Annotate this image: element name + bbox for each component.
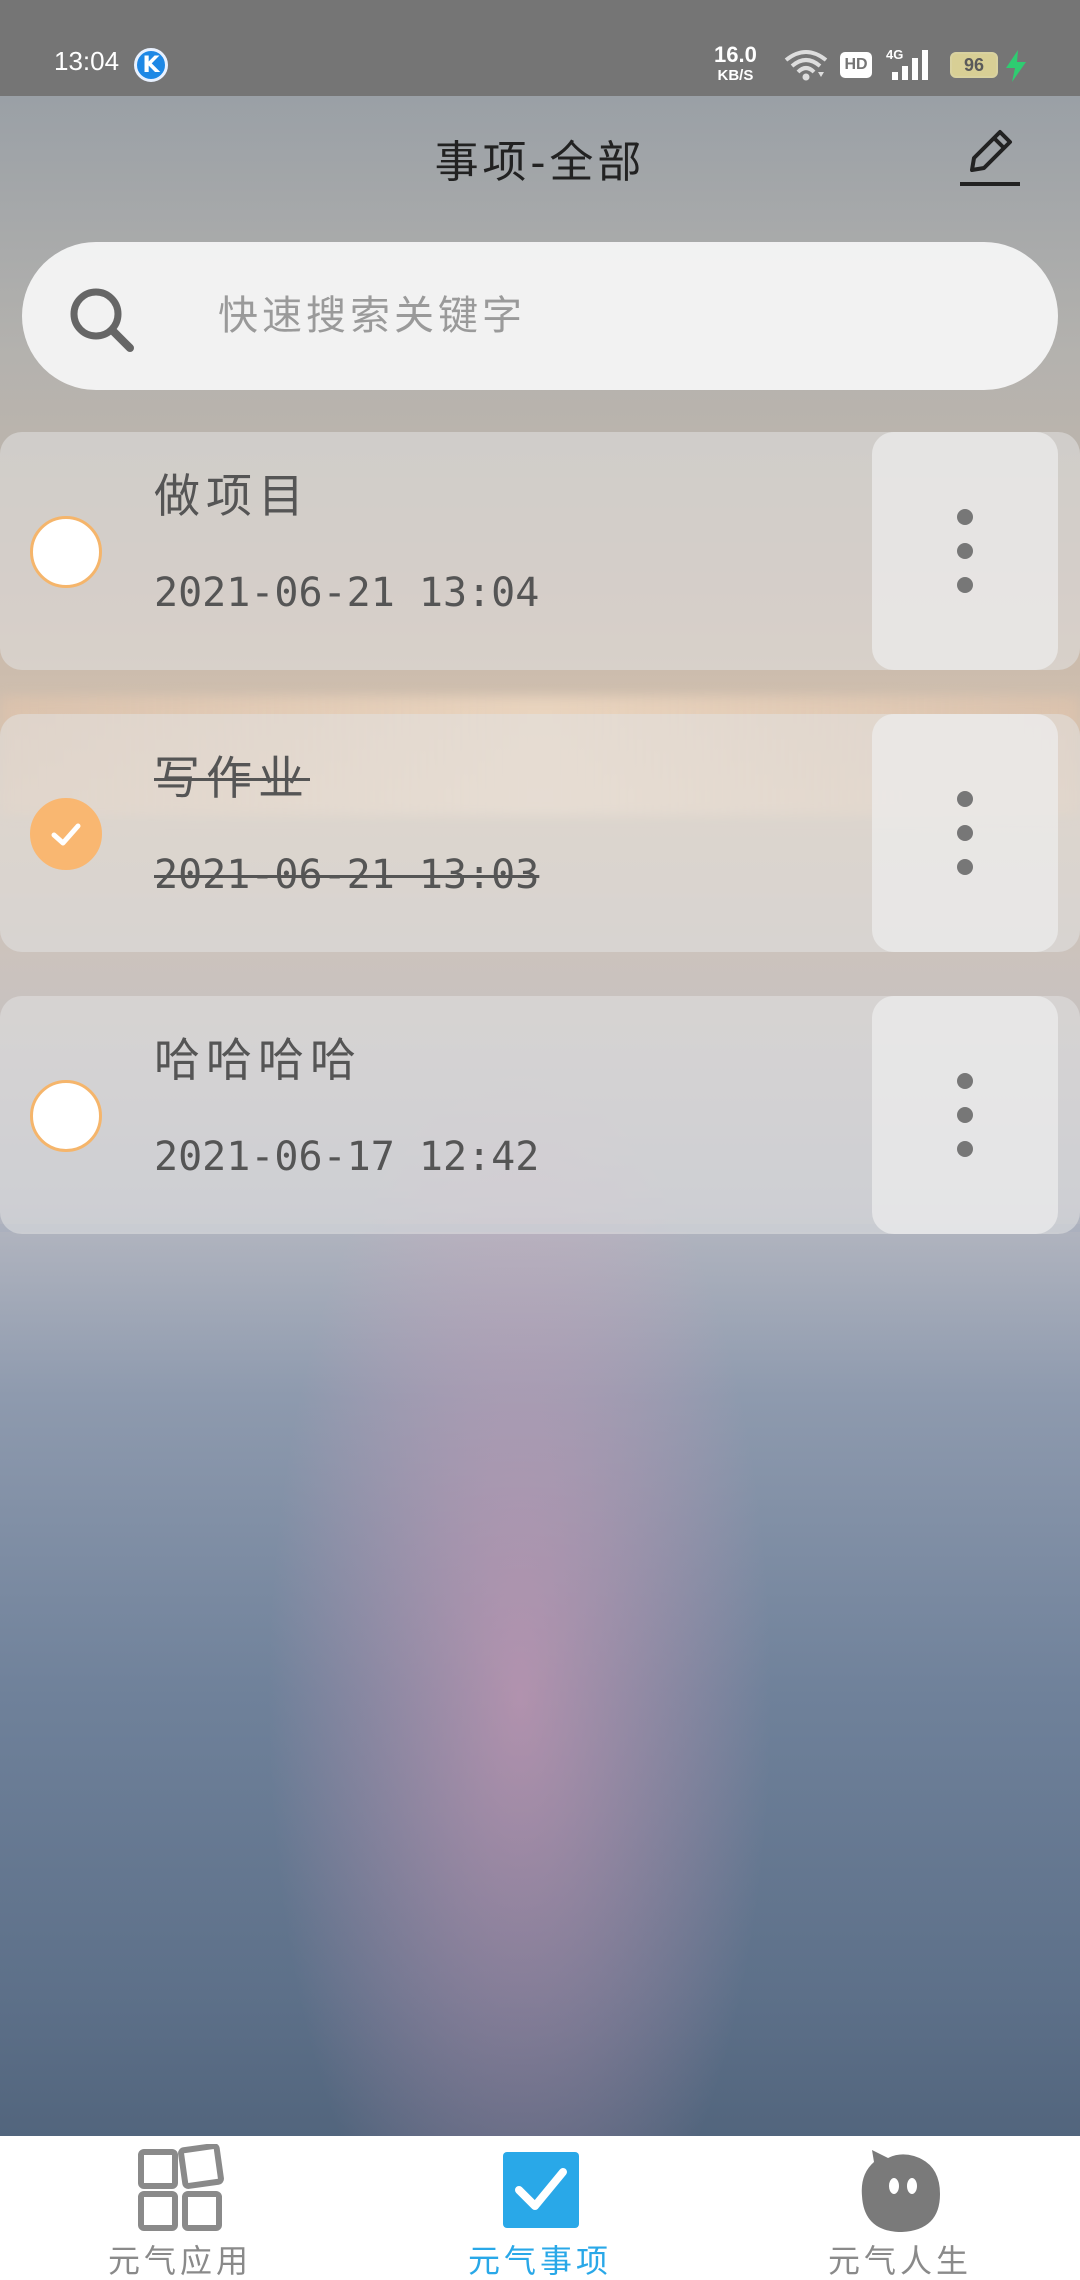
more-dots-icon <box>957 1073 973 1089</box>
edit-button[interactable] <box>952 122 1024 194</box>
more-dots-icon <box>957 1107 973 1123</box>
more-dots-icon <box>957 859 973 875</box>
nav-label: 元气应用 <box>107 2242 252 2280</box>
more-options-button[interactable] <box>872 432 1058 670</box>
more-dots-icon <box>957 577 973 593</box>
network-speed-unit: KB/S <box>717 67 754 84</box>
task-checkbox[interactable] <box>30 1080 102 1152</box>
pen-icon <box>960 130 1020 186</box>
hd-icon: HD <box>840 52 872 78</box>
network-speed: 16.0 KB/S <box>714 42 757 84</box>
task-title: 写作业 <box>154 751 310 805</box>
checkbox-icon <box>503 2152 579 2228</box>
nav-tab-apps[interactable]: 元气应用 <box>0 2136 360 2280</box>
battery-icon: 96 <box>950 52 998 78</box>
task-card[interactable]: 做项目 2021-06-21 13:04 <box>0 432 1080 670</box>
page-title: 事项-全部 <box>434 137 646 188</box>
more-dots-icon <box>957 509 973 525</box>
nav-tab-tasks[interactable]: 元气事项 <box>360 2136 720 2280</box>
task-title: 做项目 <box>154 469 310 523</box>
status-time: 13:04 <box>54 46 120 76</box>
task-card[interactable]: 写作业 2021-06-21 13:03 <box>0 714 1080 952</box>
task-checkbox[interactable] <box>30 798 102 870</box>
status-bar: 13:04 K 16.0 KB/S HD 4G 96 <box>0 0 1080 96</box>
more-dots-icon <box>957 1141 973 1157</box>
network-type-label: 4G <box>886 47 903 62</box>
search-input[interactable] <box>194 242 994 390</box>
network-speed-value: 16.0 <box>714 42 757 67</box>
charging-icon <box>1004 50 1028 86</box>
app-badge-icon: K <box>134 48 168 82</box>
task-checkbox[interactable] <box>30 516 102 588</box>
more-options-button[interactable] <box>872 996 1058 1234</box>
grid-icon <box>138 2144 224 2231</box>
more-dots-icon <box>957 791 973 807</box>
nav-tab-life[interactable]: 元气人生 <box>720 2136 1080 2280</box>
more-options-button[interactable] <box>872 714 1058 952</box>
app-header: 事项-全部 <box>0 96 1080 216</box>
signal-icon: 4G <box>886 46 936 86</box>
bottom-nav: 元气应用 元气事项 元气人生 <box>0 2136 1080 2280</box>
task-title: 哈哈哈哈 <box>154 1033 362 1087</box>
mascot-icon <box>861 2150 940 2232</box>
task-date: 2021-06-21 13:03 <box>154 852 540 898</box>
nav-label: 元气事项 <box>467 2242 612 2280</box>
more-dots-icon <box>957 825 973 841</box>
checkmark-icon <box>51 823 81 846</box>
search-bar[interactable] <box>22 242 1058 390</box>
wifi-icon <box>784 48 828 86</box>
more-dots-icon <box>957 543 973 559</box>
search-icon <box>64 282 140 362</box>
task-date: 2021-06-17 12:42 <box>154 1134 540 1180</box>
task-card[interactable]: 哈哈哈哈 2021-06-17 12:42 <box>0 996 1080 1234</box>
task-date: 2021-06-21 13:04 <box>154 570 540 616</box>
nav-label: 元气人生 <box>827 2242 972 2280</box>
